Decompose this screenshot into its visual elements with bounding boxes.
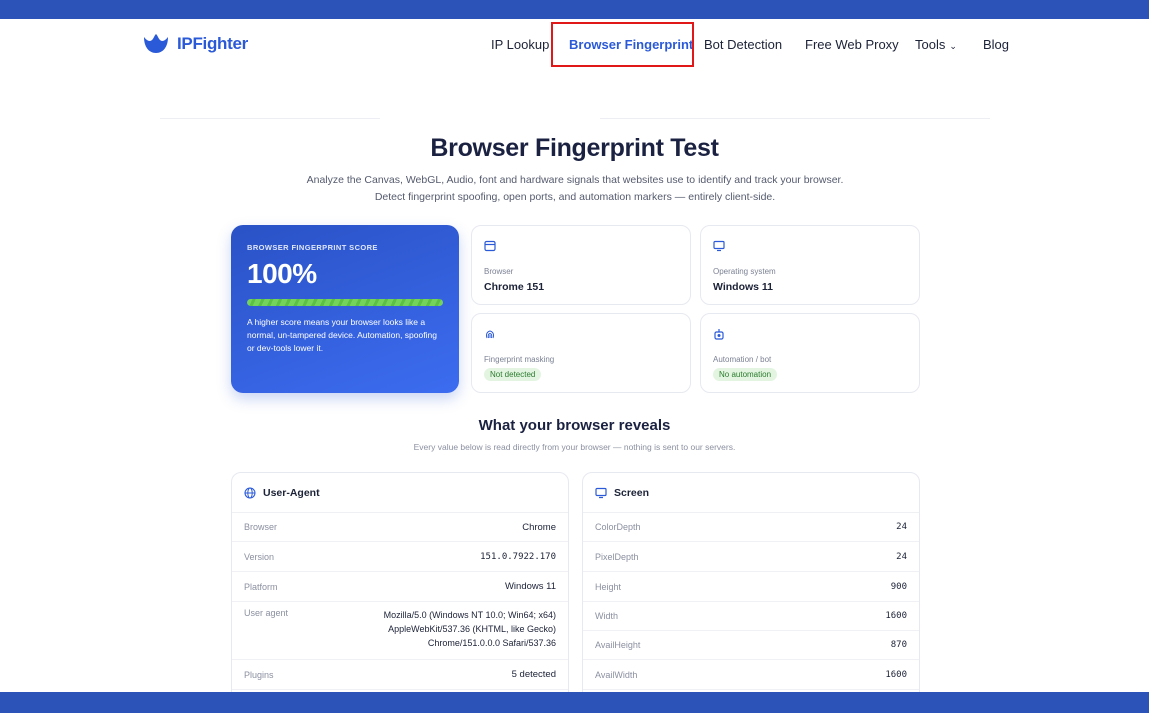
table-row: AvailHeight 870 xyxy=(583,631,919,660)
logo-icon xyxy=(144,34,168,53)
table-row: User agent Mozilla/5.0 (Windows NT 10.0;… xyxy=(232,602,568,660)
os-label: Operating system xyxy=(713,267,776,276)
row-label: Platform xyxy=(244,581,278,592)
automation-label: Automation / bot xyxy=(713,355,772,364)
screen-icon xyxy=(595,487,607,498)
masking-card: Fingerprint masking Not detected xyxy=(471,313,691,393)
row-value: Mozilla/5.0 (Windows NT 10.0; Win64; x64… xyxy=(383,610,556,648)
score-progress-bar xyxy=(247,299,443,306)
row-label: User agent xyxy=(244,608,289,618)
table-row: Width 1600 xyxy=(583,602,919,631)
score-label: BROWSER FINGERPRINT SCORE xyxy=(247,243,378,252)
nav-tools-label: Tools xyxy=(915,37,946,52)
row-label: Version xyxy=(244,551,275,562)
fingerprint-icon xyxy=(484,328,678,342)
table-row: Platform Windows 11 xyxy=(232,572,568,602)
reveals-title: What your browser reveals xyxy=(478,417,671,434)
globe-icon xyxy=(244,486,256,499)
score-value: 100% xyxy=(247,258,317,289)
row-value: 870 xyxy=(890,640,907,650)
row-label: ColorDepth xyxy=(595,522,641,532)
score-progress-fill xyxy=(247,299,443,306)
table-row: PixelDepth 24 xyxy=(583,542,919,572)
table-row: Height 900 xyxy=(583,572,919,602)
masking-status-badge: Not detected xyxy=(484,368,542,381)
row-label: Plugins xyxy=(244,669,274,680)
nav-blog[interactable]: Blog xyxy=(983,37,1009,53)
screen-panel: Screen ColorDepth 24 PixelDepth 24 Heigh… xyxy=(582,472,920,702)
row-value: 1600 xyxy=(885,611,907,621)
row-value: 151.0.7922.170 xyxy=(480,551,556,562)
row-value: 5 detected xyxy=(511,669,556,680)
score-description: A higher score means your browser looks … xyxy=(247,317,437,353)
table-row: Version 151.0.7922.170 xyxy=(232,542,568,572)
nav-bot-detection[interactable]: Bot Detection xyxy=(704,37,782,53)
os-card: Operating system Windows 11 xyxy=(700,225,920,305)
row-label: Height xyxy=(595,581,622,592)
row-label: AvailWidth xyxy=(595,669,638,680)
user-agent-panel-header: User-Agent xyxy=(232,473,568,513)
row-value: 24 xyxy=(896,551,907,562)
highlight-annotation-box xyxy=(551,22,694,67)
robot-icon xyxy=(713,328,907,342)
row-label: AvailHeight xyxy=(595,640,641,650)
divider-left xyxy=(160,118,380,119)
monitor-icon xyxy=(713,240,907,254)
divider-right xyxy=(600,118,990,119)
row-value: Chrome xyxy=(522,521,556,533)
row-label: Width xyxy=(595,611,619,621)
table-row: ColorDepth 24 xyxy=(583,513,919,542)
automation-status-badge: No automation xyxy=(713,368,778,381)
nav-ip-lookup[interactable]: IP Lookup xyxy=(491,37,549,53)
row-value: Windows 11 xyxy=(504,581,556,592)
os-value: Windows 11 xyxy=(713,281,774,293)
table-row: Browser Chrome xyxy=(232,513,568,542)
row-value: 24 xyxy=(896,522,907,532)
screen-panel-title: Screen xyxy=(614,486,650,499)
table-row: AvailWidth 1600 xyxy=(583,660,919,690)
row-value: 1600 xyxy=(885,669,907,680)
reveals-subtitle: Every value below is read directly from … xyxy=(413,442,736,452)
row-value: 900 xyxy=(890,581,907,592)
masking-label: Fingerprint masking xyxy=(484,355,555,364)
browser-window-icon xyxy=(484,240,678,254)
logo-text: IPFighter xyxy=(177,34,248,53)
page-title: Browser Fingerprint Test xyxy=(430,134,719,162)
page-subtitle: Analyze the Canvas, WebGL, Audio, font a… xyxy=(306,174,844,203)
row-label: PixelDepth xyxy=(595,551,639,562)
automation-card: Automation / bot No automation xyxy=(700,313,920,393)
screen-panel-header: Screen xyxy=(583,473,919,513)
bottom-window-bar xyxy=(0,692,1149,713)
fingerprint-score-card: BROWSER FINGERPRINT SCORE 100% A higher … xyxy=(231,225,459,393)
table-row: Plugins 5 detected xyxy=(232,660,568,690)
row-label: Browser xyxy=(244,522,278,532)
top-window-bar xyxy=(0,0,1149,19)
user-agent-panel-title: User-Agent xyxy=(263,486,320,499)
ipfighter-logo[interactable]: IPFighter xyxy=(141,33,248,55)
user-agent-panel: User-Agent Browser Chrome Version 151.0.… xyxy=(231,472,569,702)
nav-tools[interactable]: Tools ⌄ xyxy=(915,37,957,54)
nav-free-web-proxy[interactable]: Free Web Proxy xyxy=(805,37,899,53)
browser-card: Browser Chrome 151 xyxy=(471,225,691,305)
browser-label: Browser xyxy=(484,267,514,276)
browser-value: Chrome 151 xyxy=(484,281,545,293)
chevron-down-icon: ⌄ xyxy=(949,41,957,51)
